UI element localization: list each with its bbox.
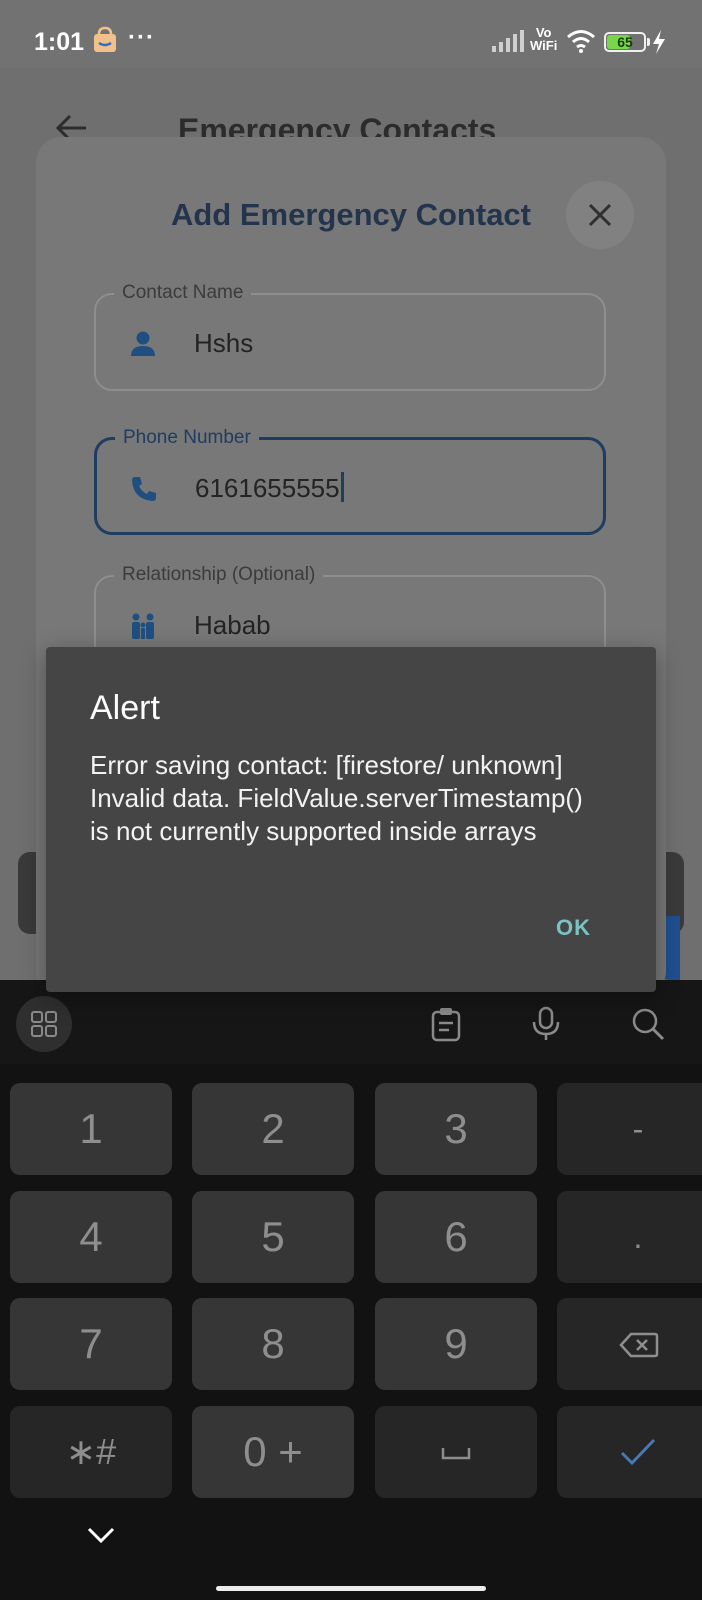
key-star-hash[interactable]: ∗#	[10, 1406, 172, 1498]
alert-title: Alert	[90, 689, 160, 727]
numeric-keyboard: 1 2 3 - 4 5 6 . 7 8 9 ∗# 0 +	[0, 980, 702, 1600]
phone-icon	[132, 477, 156, 501]
vowifi-indicator: Vo WiFi	[530, 25, 558, 53]
battery-cap	[647, 38, 650, 46]
signal-icon	[492, 30, 524, 52]
close-icon	[588, 203, 612, 227]
checkmark-icon	[620, 1438, 656, 1466]
done-key[interactable]	[557, 1406, 702, 1498]
key-5[interactable]: 5	[192, 1191, 354, 1283]
more-notifications-icon: ···	[128, 24, 155, 51]
relationship-label: Relationship (Optional)	[114, 563, 324, 587]
key-4[interactable]: 4	[10, 1191, 172, 1283]
status-bar: 1:01 ··· Vo WiFi 65	[0, 0, 702, 68]
space-key[interactable]	[375, 1406, 537, 1498]
key-dot[interactable]: .	[557, 1191, 702, 1283]
status-time: 1:01	[34, 28, 85, 56]
phone-number-field[interactable]: Phone Number 6161655555	[94, 426, 606, 535]
keyboard-toolbar	[0, 980, 702, 1064]
phone-number-text: 6161655555	[195, 473, 340, 503]
contact-name-label: Contact Name	[114, 281, 252, 305]
clipboard-icon[interactable]	[428, 1006, 464, 1042]
key-2[interactable]: 2	[192, 1083, 354, 1175]
close-button[interactable]	[566, 181, 634, 249]
phone-number-value: 6161655555	[195, 472, 344, 504]
phone-number-label: Phone Number	[115, 426, 259, 450]
contact-name-field[interactable]: Contact Name Hshs	[94, 281, 606, 391]
charging-icon	[653, 30, 665, 54]
key-7[interactable]: 7	[10, 1298, 172, 1390]
battery-level: 65	[617, 34, 633, 50]
key-0-plus[interactable]: 0 +	[192, 1406, 354, 1498]
key-dash[interactable]: -	[557, 1083, 702, 1175]
alert-dialog: Alert Error saving contact: [firestore/ …	[46, 647, 656, 992]
alert-message: Error saving contact: [firestore/ unknow…	[90, 750, 583, 846]
wifi-icon	[567, 30, 595, 53]
search-icon[interactable]	[630, 1006, 666, 1042]
key-9[interactable]: 9	[375, 1298, 537, 1390]
store-app-icon	[94, 26, 116, 52]
person-icon	[131, 331, 155, 356]
key-3[interactable]: 3	[375, 1083, 537, 1175]
alert-ok-button[interactable]: OK	[556, 915, 591, 941]
home-indicator[interactable]	[216, 1586, 486, 1591]
contact-name-value: Hshs	[194, 328, 254, 358]
key-1[interactable]: 1	[10, 1083, 172, 1175]
microphone-icon[interactable]	[528, 1006, 564, 1042]
relationship-value: Habab	[194, 610, 271, 640]
hide-keyboard-icon[interactable]	[86, 1525, 116, 1545]
backspace-icon	[619, 1332, 659, 1358]
apps-grid-icon	[31, 1011, 57, 1037]
text-cursor	[340, 472, 344, 502]
battery-icon: 65	[604, 32, 646, 52]
key-8[interactable]: 8	[192, 1298, 354, 1390]
space-icon	[441, 1448, 471, 1460]
backspace-key[interactable]	[557, 1298, 702, 1390]
people-icon	[132, 613, 154, 639]
apps-grid-button[interactable]	[16, 996, 72, 1052]
key-6[interactable]: 6	[375, 1191, 537, 1283]
